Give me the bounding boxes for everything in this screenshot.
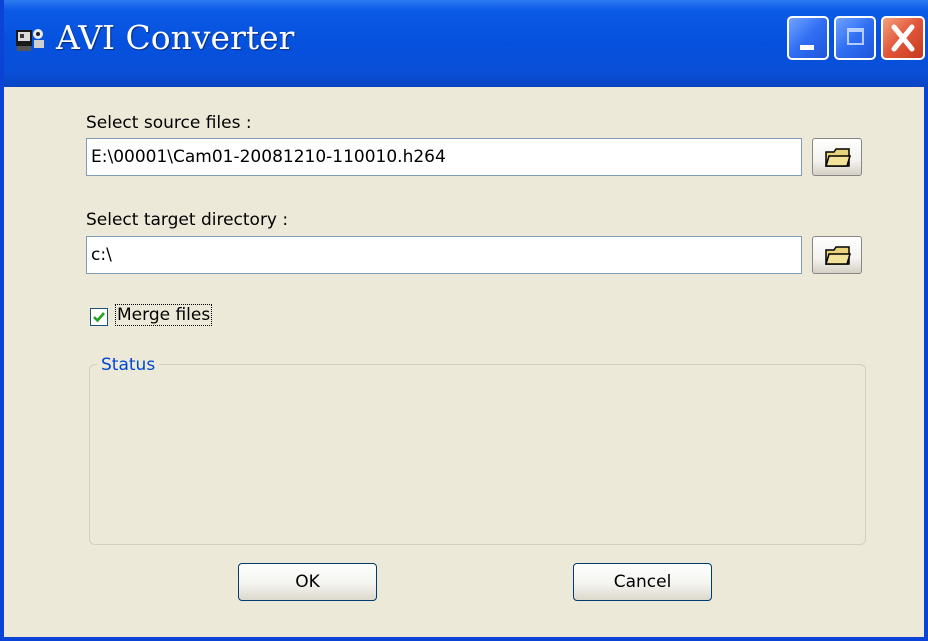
minimize-icon — [800, 45, 814, 50]
avi-converter-window: AVI Converter Select source files : E:\0… — [0, 0, 928, 641]
close-icon — [891, 24, 915, 52]
folder-icon — [825, 148, 851, 167]
title-bar[interactable]: AVI Converter — [4, 0, 928, 87]
cancel-button[interactable]: Cancel — [573, 563, 712, 601]
status-groupbox — [89, 364, 866, 545]
maximize-icon — [847, 28, 864, 45]
target-directory-label: Select target directory : — [86, 210, 289, 230]
close-button[interactable] — [881, 16, 925, 60]
minimize-button[interactable] — [787, 16, 829, 60]
status-group-title: Status — [97, 355, 160, 375]
target-browse-button[interactable] — [812, 236, 862, 274]
window-title: AVI Converter — [56, 18, 295, 57]
source-browse-button[interactable] — [812, 138, 862, 176]
source-files-label: Select source files : — [86, 113, 252, 133]
target-directory-input[interactable]: c:\ — [86, 236, 802, 274]
merge-files-label[interactable]: Merge files — [114, 304, 213, 326]
avi-converter-icon — [16, 29, 44, 51]
ok-button[interactable]: OK — [238, 563, 377, 601]
source-files-input[interactable]: E:\00001\Cam01-20081210-110010.h264 — [86, 138, 802, 176]
maximize-button[interactable] — [834, 16, 876, 60]
checkmark-icon — [93, 312, 105, 323]
merge-files-checkbox[interactable] — [90, 308, 108, 326]
folder-icon — [825, 246, 851, 265]
